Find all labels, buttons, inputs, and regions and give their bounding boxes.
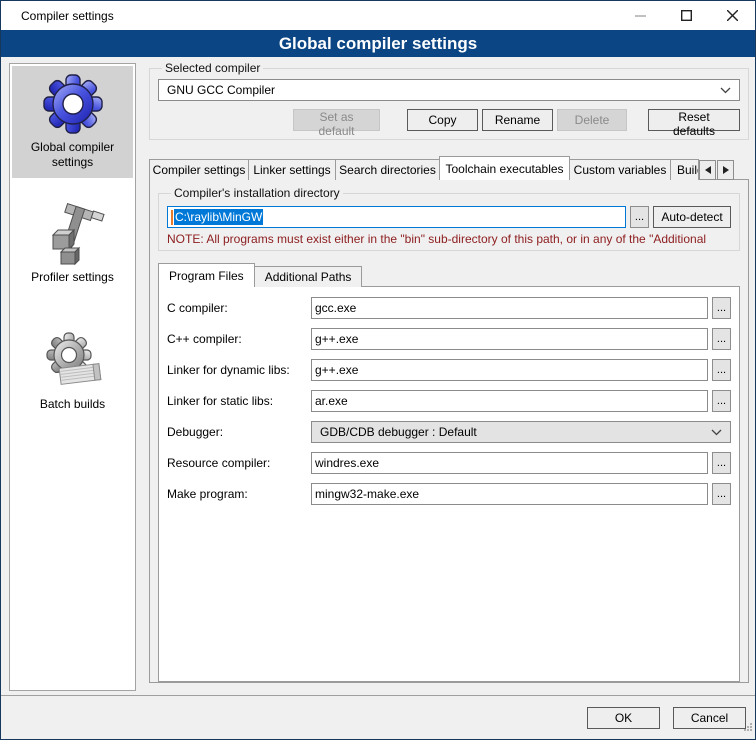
close-icon[interactable] [709,1,755,30]
sidebar-item-batch-builds[interactable]: Batch builds [12,323,133,420]
tab-build-options-clipped[interactable]: Build options [670,159,699,180]
sidebar-item-label: Profiler settings [14,270,131,285]
make-program-input[interactable]: mingw32-make.exe [311,483,708,505]
debugger-select[interactable]: GDB/CDB debugger : Default [311,421,731,443]
tab-linker-settings[interactable]: Linker settings [248,159,336,180]
autodetect-button[interactable]: Auto-detect [653,206,731,228]
dialog-body: Global compiler settings [1,57,755,739]
browse-button[interactable]: ... [712,483,731,505]
text-caret-icon [171,210,173,225]
caliper-icon [41,202,105,266]
browse-button[interactable]: ... [712,390,731,412]
field-label: Make program: [167,487,307,501]
browse-button[interactable]: ... [712,359,731,381]
browse-button[interactable]: ... [712,297,731,319]
program-files-page: C compiler: gcc.exe ... C++ compiler: g+… [158,286,740,682]
rename-button[interactable]: Rename [482,109,553,131]
set-as-default-button[interactable]: Set as default [293,109,380,131]
install-dir-group: Compiler's installation directory C:\ray… [158,186,740,251]
chevron-down-icon [711,429,722,436]
window-controls [617,1,755,30]
install-dir-row: C:\raylib\MinGW ... Auto-detect [167,206,731,228]
sidebar-item-global-compiler-settings[interactable]: Global compiler settings [12,66,133,178]
field-row-c-compiler: C compiler: gcc.exe ... [167,297,731,319]
tab-compiler-settings[interactable]: Compiler settings [149,159,249,180]
compiler-settings-dialog: Compiler settings Global compiler settin… [0,0,756,740]
field-value: mingw32-make.exe [315,487,419,501]
tab-search-directories[interactable]: Search directories [335,159,440,180]
cpp-compiler-input[interactable]: g++.exe [311,328,708,350]
footer-buttons: OK Cancel [587,707,746,729]
sidebar-item-profiler-settings[interactable]: Profiler settings [12,196,133,293]
ok-button[interactable]: OK [587,707,660,729]
resource-compiler-input[interactable]: windres.exe [311,452,708,474]
install-dir-input[interactable]: C:\raylib\MinGW [167,206,626,228]
field-value: g++.exe [315,363,358,377]
toolchain-executables-page: Compiler's installation directory C:\ray… [149,179,749,683]
install-dir-browse-button[interactable]: ... [630,206,649,228]
subtab-program-files[interactable]: Program Files [158,263,255,287]
field-label: Resource compiler: [167,456,307,470]
selected-compiler-legend: Selected compiler [162,61,263,75]
field-label: Linker for dynamic libs: [167,363,307,377]
sidebar-item-label: Batch builds [14,397,131,412]
toolchain-subtabstrip: Program Files Additional Paths [158,263,740,287]
resize-grip[interactable] [743,719,753,737]
main-panel: Selected compiler GNU GCC Compiler Set a… [149,57,749,683]
install-dir-legend: Compiler's installation directory [171,186,343,200]
compiler-buttons-row: Set as default Copy Rename Delete Reset … [158,109,740,131]
selected-compiler-group: Selected compiler GNU GCC Compiler Set a… [149,61,749,140]
tab-scroll-arrows [699,160,735,180]
field-value: ar.exe [315,394,348,408]
tab-scroll-left-icon[interactable] [699,160,716,180]
sidebar-item-label: Global compiler settings [14,140,131,170]
maximize-icon[interactable] [663,1,709,30]
field-value: gcc.exe [315,301,356,315]
blue-gear-icon [41,72,105,136]
field-row-linker-static: Linker for static libs: ar.exe ... [167,390,731,412]
install-dir-note: NOTE: All programs must exist either in … [167,232,731,246]
debugger-select-value: GDB/CDB debugger : Default [320,425,477,439]
minimize-icon[interactable] [617,1,663,30]
subtab-additional-paths[interactable]: Additional Paths [254,266,363,287]
field-label: Linker for static libs: [167,394,307,408]
copy-button[interactable]: Copy [407,109,478,131]
field-value: g++.exe [315,332,358,346]
field-row-cpp-compiler: C++ compiler: g++.exe ... [167,328,731,350]
gray-gear-papers-icon [41,329,105,393]
field-label: C compiler: [167,301,307,315]
tab-scroll-right-icon[interactable] [717,160,734,180]
cancel-button[interactable]: Cancel [673,707,746,729]
browse-button[interactable]: ... [712,328,731,350]
field-row-debugger: Debugger: GDB/CDB debugger : Default [167,421,731,443]
tab-toolchain-executables[interactable]: Toolchain executables [439,156,570,180]
settings-sidebar: Global compiler settings [9,63,136,691]
field-label: C++ compiler: [167,332,307,346]
field-label: Debugger: [167,425,307,439]
reset-defaults-button[interactable]: Reset defaults [648,109,740,131]
field-value: windres.exe [315,456,379,470]
field-row-linker-dynamic: Linker for dynamic libs: g++.exe ... [167,359,731,381]
page-title: Global compiler settings [1,30,755,57]
tab-custom-variables[interactable]: Custom variables [569,159,671,180]
field-row-resource-compiler: Resource compiler: windres.exe ... [167,452,731,474]
c-compiler-input[interactable]: gcc.exe [311,297,708,319]
delete-button[interactable]: Delete [557,109,627,131]
footer-divider [1,695,755,696]
linker-static-input[interactable]: ar.exe [311,390,708,412]
titlebar: Compiler settings [1,1,755,30]
browse-button[interactable]: ... [712,452,731,474]
field-row-make-program: Make program: mingw32-make.exe ... [167,483,731,505]
settings-tabstrip: Compiler settings Linker settings Search… [149,156,749,180]
chevron-down-icon [720,87,731,94]
install-dir-selected-text: C:\raylib\MinGW [174,209,263,225]
compiler-select-value: GNU GCC Compiler [167,83,275,97]
linker-dynamic-input[interactable]: g++.exe [311,359,708,381]
window-title: Compiler settings [21,9,114,23]
compiler-select[interactable]: GNU GCC Compiler [158,79,740,101]
